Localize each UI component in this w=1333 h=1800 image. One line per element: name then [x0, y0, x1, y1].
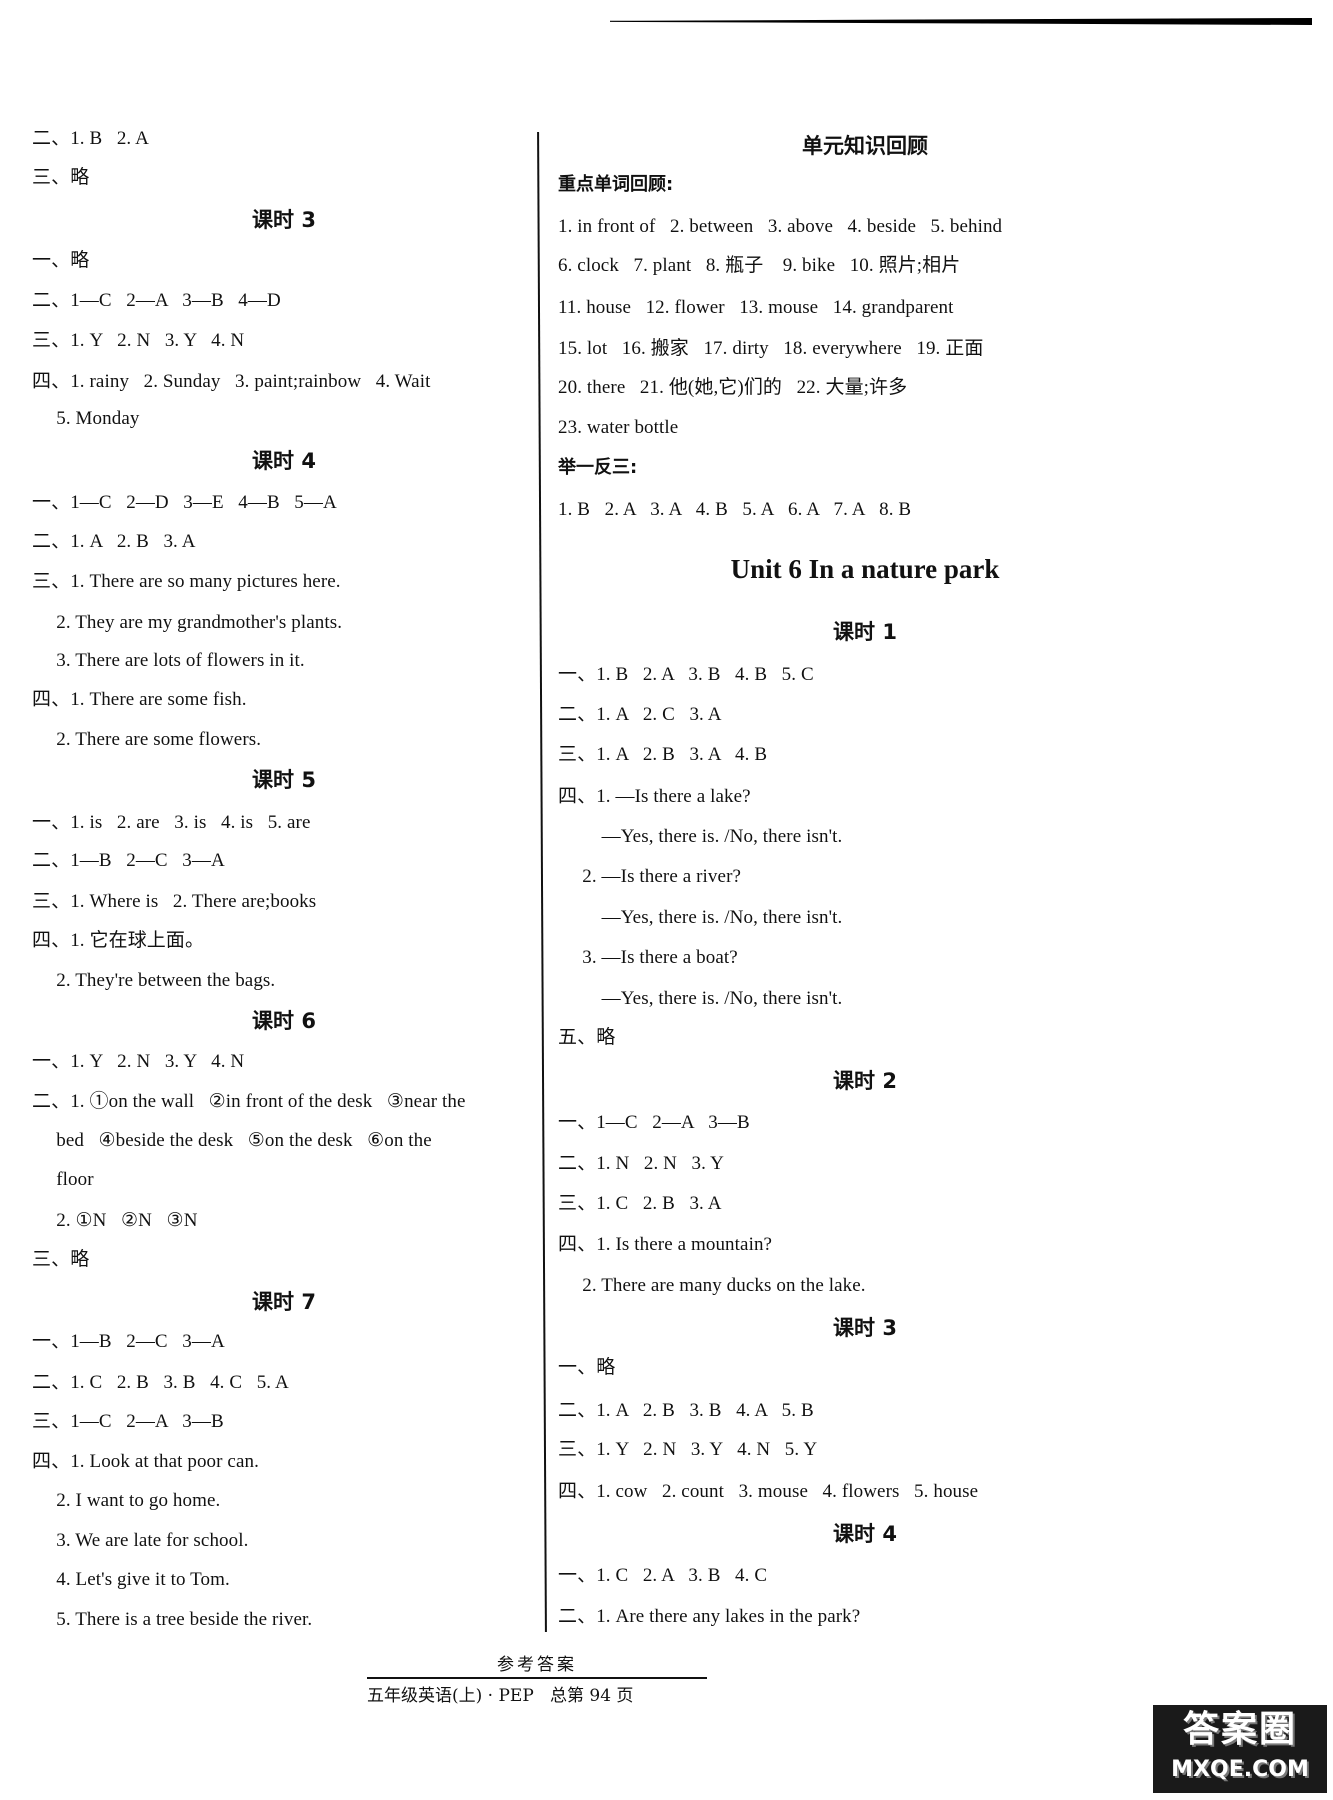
answer-line: 23. water bottle [558, 417, 679, 438]
answer-line: 2. ①N ②N ③N [32, 1210, 198, 1231]
answer-line: 二、1. N 2. N 3. Y [558, 1153, 724, 1174]
subsection-label: 重点单词回顾: [558, 174, 674, 195]
answer-line: 三、1. Y 2. N 3. Y 4. N [32, 330, 245, 351]
answer-line: 四、1. There are some fish. [32, 689, 247, 710]
answer-line: bed ④beside the desk ⑤on the desk ⑥on th… [32, 1130, 432, 1151]
answer-line: 三、1—C 2—A 3—B [32, 1411, 224, 1432]
section-heading: 课时 6 [252, 1009, 316, 1033]
answer-line: 五、略 [558, 1027, 616, 1048]
answer-line: 一、略 [558, 1357, 616, 1378]
answer-line: 三、1. Y 2. N 3. Y 4. N 5. Y [558, 1439, 818, 1460]
section-heading: 课时 3 [252, 208, 316, 232]
answer-line: 3. —Is there a boat? [558, 947, 738, 968]
answer-line: 三、1. C 2. B 3. A [558, 1193, 722, 1214]
footer-page-info: 五年级英语(上) · PEP 总第 94 页 [367, 1686, 634, 1706]
answer-line: 3. We are late for school. [32, 1530, 249, 1551]
section-heading: 课时 3 [833, 1316, 897, 1340]
answer-line: 一、1. is 2. are 3. is 4. is 5. are [32, 812, 311, 833]
answer-line: 四、1. Look at that poor can. [32, 1451, 259, 1472]
answer-line: 三、1. A 2. B 3. A 4. B [558, 744, 768, 765]
answer-line: 一、1. Y 2. N 3. Y 4. N [32, 1051, 245, 1072]
answer-line: —Yes, there is. /No, there isn't. [558, 907, 843, 928]
answer-line: 四、1. cow 2. count 3. mouse 4. flowers 5.… [558, 1481, 979, 1502]
answer-line: 一、1—C 2—D 3—E 4—B 5—A [32, 492, 337, 513]
section-heading: 课时 4 [252, 449, 316, 473]
answer-line: 四、1. 它在球上面。 [32, 930, 205, 951]
answer-line: 三、略 [32, 1249, 90, 1270]
footer-rule [367, 1677, 707, 1679]
answer-line: —Yes, there is. /No, there isn't. [558, 988, 843, 1009]
answer-line: 三、1. Where is 2. There are;books [32, 891, 317, 912]
answer-line: 2. They are my grandmother's plants. [32, 612, 343, 633]
answer-line: 三、1. There are so many pictures here. [32, 571, 341, 592]
answer-line: 四、1. rainy 2. Sunday 3. paint;rainbow 4.… [32, 371, 431, 392]
answer-line: 二、1. A 2. C 3. A [558, 704, 722, 725]
answer-line: 一、1. C 2. A 3. B 4. C [558, 1565, 768, 1586]
answer-line: 二、1. B 2. A [32, 128, 149, 149]
answer-line: 三、略 [32, 167, 90, 188]
footer-title: 参考答案 [497, 1655, 577, 1675]
answer-line: 一、1—C 2—A 3—B [558, 1112, 750, 1133]
answer-line: 1. in front of 2. between 3. above 4. be… [558, 216, 1003, 237]
answer-line: 二、1—C 2—A 3—B 4—D [32, 290, 281, 311]
answer-line: 2. There are many ducks on the lake. [558, 1275, 866, 1296]
answer-line: 6. clock 7. plant 8. 瓶子 9. bike 10. 照片;相… [558, 255, 961, 276]
answer-line: 二、1. A 2. B 3. B 4. A 5. B [558, 1400, 814, 1421]
answer-line: 5. There is a tree beside the river. [32, 1609, 313, 1630]
answer-line: 二、1—B 2—C 3—A [32, 850, 225, 871]
answer-line: 二、1. Are there any lakes in the park? [558, 1606, 861, 1627]
answer-line: 一、略 [32, 250, 90, 271]
answer-line: 二、1. ①on the wall ②in front of the desk … [32, 1091, 466, 1112]
answer-line: 2. There are some flowers. [32, 729, 262, 750]
answer-line: 1. B 2. A 3. A 4. B 5. A 6. A 7. A 8. B [558, 499, 912, 520]
answer-line: 4. Let's give it to Tom. [32, 1569, 230, 1590]
watermark-url-text: MXQE.COM [1171, 1757, 1309, 1782]
answer-line: 四、1. Is there a mountain? [558, 1234, 773, 1255]
section-heading: 课时 5 [252, 768, 316, 792]
answer-line: 2. —Is there a river? [558, 866, 742, 887]
answer-line: 二、1. C 2. B 3. B 4. C 5. A [32, 1372, 289, 1393]
section-heading: 课时 2 [833, 1069, 897, 1093]
unit-title: Unit 6 In a nature park [730, 554, 1000, 584]
column-divider [537, 132, 547, 1632]
answer-line: 一、1—B 2—C 3—A [32, 1331, 225, 1352]
section-heading: 单元知识回顾 [802, 134, 928, 158]
answer-line: 15. lot 16. 搬家 17. dirty 18. everywhere … [558, 338, 984, 359]
answer-line: 2. They're between the bags. [32, 970, 276, 991]
answer-line: 一、1. B 2. A 3. B 4. B 5. C [558, 664, 814, 685]
answer-line: 二、1. A 2. B 3. A [32, 531, 196, 552]
answer-line: 5. Monday [32, 408, 140, 429]
section-heading: 课时 4 [833, 1522, 897, 1546]
top-rule [610, 18, 1312, 25]
section-heading: 课时 7 [252, 1290, 316, 1314]
answer-line: 3. There are lots of flowers in it. [32, 650, 305, 671]
answer-line: floor [32, 1169, 94, 1190]
subsection-label: 举一反三: [558, 457, 638, 478]
answer-line: 2. I want to go home. [32, 1490, 221, 1511]
answer-line: 四、1. —Is there a lake? [558, 786, 751, 807]
answer-line: —Yes, there is. /No, there isn't. [558, 826, 843, 847]
section-heading: 课时 1 [833, 620, 897, 644]
answer-line: 20. there 21. 他(她,它)们的 22. 大量;许多 [558, 377, 908, 398]
answer-line: 11. house 12. flower 13. mouse 14. grand… [558, 297, 954, 318]
watermark-cn-text: 答案圈 [1182, 1709, 1297, 1750]
watermark-logo: 答案圈 MXQE.COM [1153, 1705, 1327, 1793]
